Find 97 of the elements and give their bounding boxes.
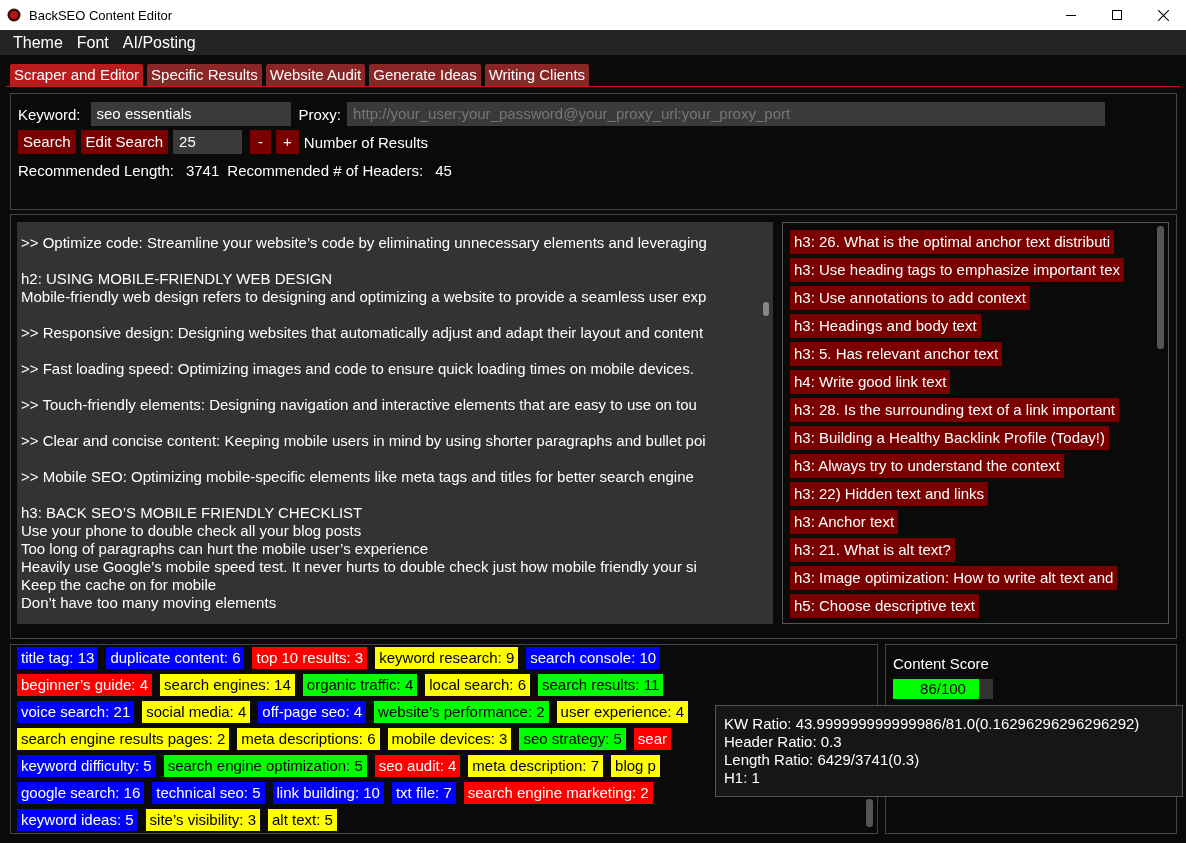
tab[interactable]: Scraper and Editor: [10, 64, 144, 86]
heading-item[interactable]: h3: Building a Healthy Backlink Profile (Today!): [790, 426, 1109, 450]
editor-text-line: >> Mobile SEO: Optimizing mobile-specific elements like meta tags and titles for better search engine: [21, 468, 694, 486]
scrollbar-thumb[interactable]: [763, 302, 769, 316]
keyword-tag: meta description: 7: [468, 755, 604, 777]
keyword-tag: user experience: 4: [556, 701, 688, 723]
keyword-tag: sear: [633, 728, 671, 750]
app-logo-icon: [7, 8, 21, 22]
heading-item[interactable]: h5: Choose descriptive text: [790, 594, 979, 618]
heading-item[interactable]: h3: Headings and body text: [790, 314, 981, 338]
content-score-title: Content Score: [893, 655, 990, 672]
heading-item[interactable]: h3: 28. Is the surrounding text of a link important: [790, 398, 1119, 422]
keyword-tag: keyword research: 9: [375, 647, 519, 669]
keyword-tag: txt file: 7: [391, 782, 456, 804]
keyword-field[interactable]: seo essentials: [90, 102, 291, 126]
editor-text-line: Don’t have too many moving elements: [21, 594, 277, 612]
editor-text-line: >> Responsive design: Designing websites that automatically adjust and adapt their layout and content: [21, 324, 704, 342]
keyword-tag: blog p: [611, 755, 660, 777]
keyword-tag: keyword ideas: 5: [17, 809, 138, 831]
editor-text-line: >> Clear and concise content: Keeping mobile users in mind by using shorter paragraphs and bullet poi: [21, 432, 706, 450]
keyword-tag: social media: 4: [142, 701, 251, 723]
keyword-tag: link building: 10: [272, 782, 384, 804]
menu-item[interactable]: Theme: [6, 33, 70, 52]
heading-item[interactable]: h3: Use annotations to add context: [790, 286, 1030, 310]
keyword-tag: site’s visibility: 3: [145, 809, 260, 831]
keyword-tag: beginner’s guide: 4: [17, 674, 153, 696]
keyword-tag: google search: 16: [17, 782, 145, 804]
heading-item[interactable]: h3: 22) Hidden text and links: [790, 482, 989, 506]
search-button[interactable]: Search: [18, 130, 76, 154]
minimize-icon[interactable]: [1066, 14, 1076, 16]
editor-text-line: >> Fast loading speed: Optimizing images and code to ensure quick loading times on mobile devices.: [21, 360, 694, 378]
heading-item[interactable]: h4: Write good link text: [790, 370, 951, 394]
recommended-length-value: 3741: [185, 161, 220, 179]
heading-item[interactable]: h3: Image optimization: How to write alt text and: [790, 566, 1118, 590]
keyword-tag: search console: 10: [526, 647, 661, 669]
heading-item[interactable]: h3: Always try to understand the context: [790, 454, 1064, 478]
tab[interactable]: Generate Ideas: [369, 64, 481, 86]
keyword-tag: website’s performance: 2: [374, 701, 549, 723]
keyword-tag: meta descriptions: 6: [237, 728, 380, 750]
keyword-tag: search results: 11: [538, 674, 664, 696]
menu-item[interactable]: AI/Posting: [115, 33, 203, 52]
keyword-tag: search engine marketing: 2: [463, 782, 653, 804]
keyword-tag: seo audit: 4: [374, 755, 461, 777]
editor-text-line: h2: USING MOBILE-FRIENDLY WEB DESIGN: [21, 270, 333, 288]
editor-text-line: Use your phone to double check all your blog posts: [21, 522, 362, 540]
tab[interactable]: Website Audit: [265, 64, 366, 86]
increment-button[interactable]: +: [276, 130, 299, 154]
tooltip-text-line: KW Ratio: 43.999999999999986/81.0(0.16296296296296292): [724, 715, 1141, 733]
editor-text-line: >> Optimize code: Streamline your website’s code by eliminating unnecessary elements and leveraging: [21, 234, 707, 252]
editor-text-line: Keep the cache on for mobile: [21, 576, 217, 594]
keyword-tag: off-page seo: 4: [258, 701, 367, 723]
tooltip-text-line: H1: 1: [724, 769, 761, 787]
heading-item[interactable]: h3: 26. What is the optimal anchor text distributi: [790, 230, 1114, 254]
edit-search-button[interactable]: Edit Search: [80, 130, 169, 154]
keyword-tag: technical seo: 5: [152, 782, 265, 804]
heading-item[interactable]: h3: Anchor text: [790, 510, 899, 534]
scrollbar-thumb[interactable]: [1157, 226, 1164, 349]
heading-item[interactable]: h3: 5. Has relevant anchor text: [790, 342, 1003, 366]
recommended-headers-value: 45: [435, 161, 452, 179]
menu-item[interactable]: Font: [69, 33, 116, 52]
decrement-button[interactable]: -: [250, 130, 272, 154]
tooltip-text-line: Length Ratio: 6429/3741(0.3): [724, 751, 921, 769]
keyword-tag: search engine results pages: 2: [17, 728, 230, 750]
keyword-label: Keyword:: [18, 105, 81, 123]
scrollbar-thumb[interactable]: [866, 799, 873, 827]
editor-text-line: Heavily use Google’s mobile speed test. It never hurts to double check just how mobile friendly your si: [21, 558, 697, 576]
results-count-field[interactable]: 25: [173, 130, 243, 154]
keyword-tag: alt text: 5: [268, 809, 337, 831]
editor-text-line: >> Touch-friendly elements: Designing navigation and interactive elements that are easy to use on tou: [21, 396, 697, 414]
tooltip-text-line: Header Ratio: 0.3: [724, 733, 843, 751]
editor-text-line: Mobile-friendly web design refers to designing and optimizing a website to provide a seamless user exp: [21, 288, 707, 306]
score-reading: 86/100: [919, 679, 967, 699]
keyword-tag: mobile devices: 3: [387, 728, 512, 750]
keyword-tag: local search: 6: [425, 674, 530, 696]
close-icon[interactable]: [1157, 9, 1169, 21]
editor-text-line: Too long of paragraphs can hurt the mobile user’s experience: [21, 540, 429, 558]
keyword-tag: top 10 results: 3: [252, 647, 368, 669]
text-editor[interactable]: [17, 222, 773, 624]
window-title: BackSEO Content Editor: [29, 7, 174, 23]
maximize-icon[interactable]: [1112, 10, 1122, 20]
keyword-tag: seo strategy: 5: [519, 728, 626, 750]
keyword-tag: search engines: 14: [160, 674, 295, 696]
keyword-tag: title tag: 13: [17, 647, 99, 669]
tab[interactable]: Specific Results: [147, 64, 262, 86]
editor-text-line: h3: BACK SEO’S MOBILE FRIENDLY CHECKLIST: [21, 504, 363, 522]
keyword-tag: duplicate content: 6: [106, 647, 245, 669]
recommended-headers-label: Recommended # of Headers:: [227, 161, 424, 179]
keyword-tag: keyword difficulty: 5: [17, 755, 156, 777]
keyword-tag: search engine optimization: 5: [163, 755, 367, 777]
keyword-tag: voice search: 21: [17, 701, 135, 723]
heading-item[interactable]: h3: 21. What is alt text?: [790, 538, 955, 562]
heading-item[interactable]: h3: Use heading tags to emphasize important tex: [790, 258, 1125, 282]
tab[interactable]: Writing Clients: [484, 64, 590, 86]
keyword-tag: organic traffic: 4: [302, 674, 418, 696]
results-label: Number of Results: [303, 133, 429, 151]
recommended-length-label: Recommended Length:: [18, 161, 174, 179]
proxy-label: Proxy:: [298, 105, 342, 123]
